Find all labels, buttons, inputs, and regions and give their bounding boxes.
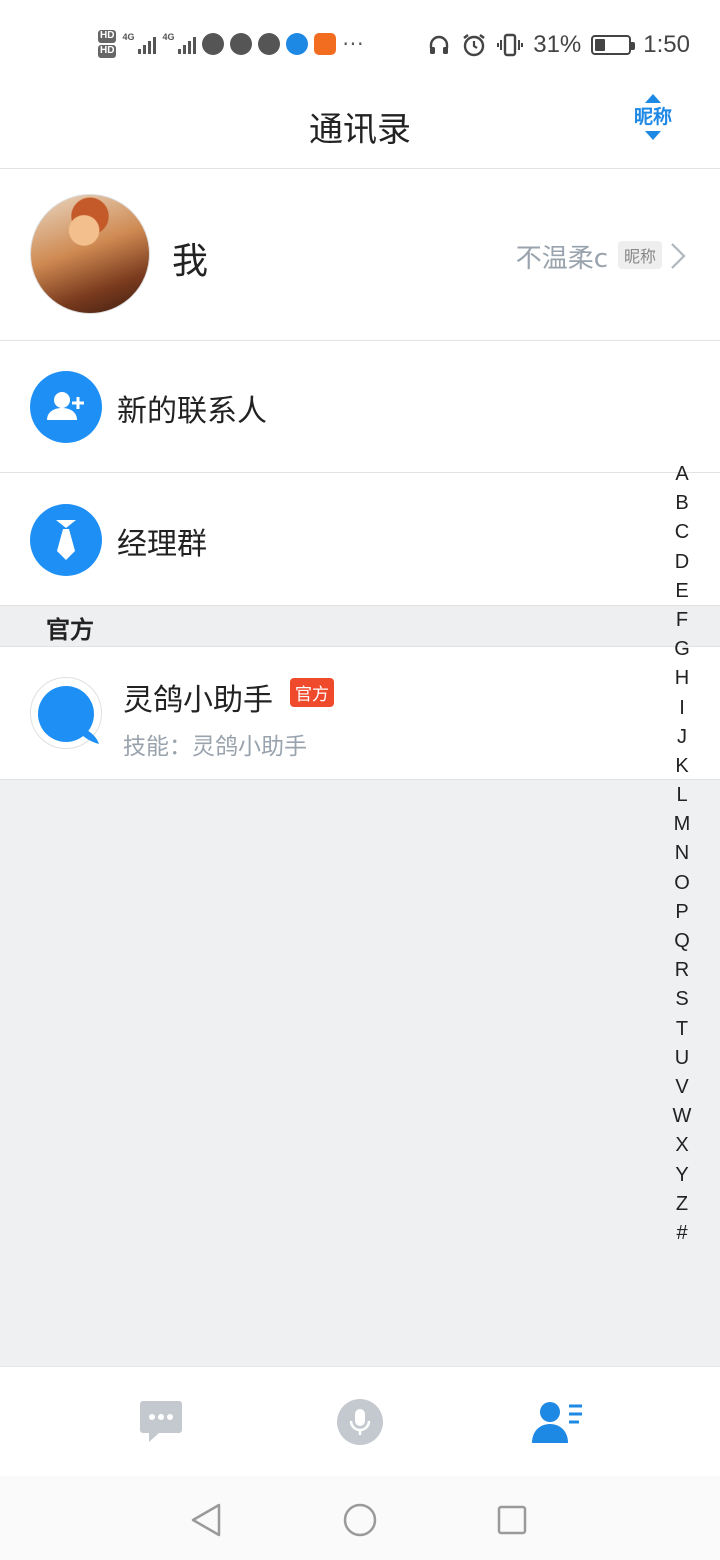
status-bar-right: 31% 1:50 [427, 30, 690, 60]
recents-button[interactable] [492, 1500, 532, 1540]
bottom-tab-bar [0, 1366, 720, 1476]
index-letter[interactable]: S [675, 985, 688, 1014]
vibrate-icon [497, 33, 524, 57]
tab-messages[interactable] [131, 1397, 191, 1447]
signal-icon-1: 4G [122, 32, 157, 54]
hd-badge-2: HD [98, 45, 117, 58]
index-letter[interactable]: B [675, 489, 688, 518]
assistant-avatar [30, 677, 102, 749]
status-bar: HD HD 4G 4G ··· 31% 1:50 [0, 0, 720, 88]
index-letter[interactable]: E [675, 577, 688, 606]
index-letter[interactable]: G [674, 635, 690, 664]
tab-voice[interactable] [330, 1397, 390, 1447]
battery-percentage: 31% [533, 31, 582, 58]
index-letter[interactable]: H [675, 664, 689, 693]
index-letter[interactable]: N [675, 839, 689, 868]
contact-name: 灵鸽小助手 [123, 683, 273, 718]
index-letter[interactable]: U [675, 1044, 689, 1073]
recents-square-icon [497, 1505, 527, 1535]
sort-down-icon [645, 131, 661, 140]
chevron-right-icon [671, 243, 686, 269]
index-letter[interactable]: P [675, 898, 688, 927]
back-button[interactable] [186, 1500, 226, 1540]
nickname-tag: 昵称 [617, 241, 662, 269]
add-user-icon [30, 371, 102, 443]
manager-group-row[interactable]: 经理群 [0, 474, 720, 606]
app-header: 通讯录 昵称 [0, 88, 720, 169]
signal-icon-2: 4G [162, 32, 197, 54]
alphabet-index[interactable]: A B C D E F G H I J K L M N O P Q R S T U V W X Y Z # [668, 460, 696, 1248]
contact-skill: 技能：灵鸽小助手 [123, 734, 307, 760]
empty-list-area [0, 780, 720, 1366]
index-letter[interactable]: M [674, 810, 691, 839]
sort-up-icon [645, 94, 661, 103]
status-bar-left: HD HD 4G 4G ··· [98, 22, 365, 66]
hd-indicators: HD HD [98, 30, 117, 58]
home-circle-icon [343, 1503, 377, 1537]
index-letter[interactable]: D [675, 548, 689, 577]
index-letter[interactable]: J [677, 723, 687, 752]
index-letter[interactable]: C [675, 518, 689, 547]
avatar [30, 194, 150, 314]
manager-group-label: 经理群 [117, 527, 207, 562]
my-name: 我 [172, 241, 209, 282]
chat-bubble-icon [140, 1401, 182, 1442]
index-letter[interactable]: K [675, 752, 688, 781]
clock: 1:50 [643, 31, 690, 58]
index-letter[interactable]: Y [675, 1161, 688, 1190]
index-letter[interactable]: R [675, 956, 689, 985]
new-contact-label: 新的联系人 [117, 394, 267, 429]
message-notification-icon [258, 33, 281, 55]
index-letter[interactable]: X [675, 1131, 688, 1160]
hd-badge-1: HD [98, 30, 117, 43]
app-notification-icon-1 [202, 33, 225, 55]
list-item[interactable]: 灵鸽小助手 官方 技能：灵鸽小助手 [0, 647, 720, 780]
app-notification-icon-3 [314, 33, 337, 55]
back-triangle-icon [191, 1503, 221, 1537]
section-title: 官方 [46, 616, 94, 644]
more-notifications-icon: ··· [342, 32, 365, 56]
index-letter[interactable]: W [673, 1102, 692, 1131]
page-title: 通讯录 [309, 110, 411, 150]
index-letter[interactable]: V [675, 1073, 688, 1102]
home-button[interactable] [340, 1500, 380, 1540]
sort-label: 昵称 [633, 106, 672, 128]
index-letter[interactable]: A [675, 460, 688, 489]
my-nickname: 不温柔c [515, 244, 608, 274]
tab-contacts[interactable] [528, 1397, 588, 1447]
index-letter[interactable]: Q [674, 927, 690, 956]
index-letter[interactable]: # [676, 1219, 687, 1248]
browser-notification-icon [286, 33, 309, 55]
app-notification-icon-2 [230, 33, 253, 55]
index-letter[interactable]: F [676, 606, 688, 635]
index-letter[interactable]: O [674, 869, 690, 898]
official-badge: 官方 [290, 678, 334, 707]
microphone-icon [337, 1399, 383, 1445]
alarm-icon [463, 34, 485, 57]
contacts-icon [532, 1402, 582, 1443]
sort-toggle-button[interactable]: 昵称 [632, 94, 674, 150]
index-letter[interactable]: T [676, 1015, 688, 1044]
battery-icon [591, 35, 636, 55]
my-profile-row[interactable]: 我 不温柔c 昵称 [0, 170, 720, 341]
index-letter[interactable]: I [679, 694, 685, 723]
headphones-icon [430, 35, 449, 54]
new-contact-row[interactable]: 新的联系人 [0, 341, 720, 473]
section-header-official: 官方 [0, 606, 720, 647]
system-nav-bar [0, 1476, 720, 1560]
tie-icon [30, 504, 102, 576]
index-letter[interactable]: Z [676, 1190, 688, 1219]
index-letter[interactable]: L [676, 781, 687, 810]
